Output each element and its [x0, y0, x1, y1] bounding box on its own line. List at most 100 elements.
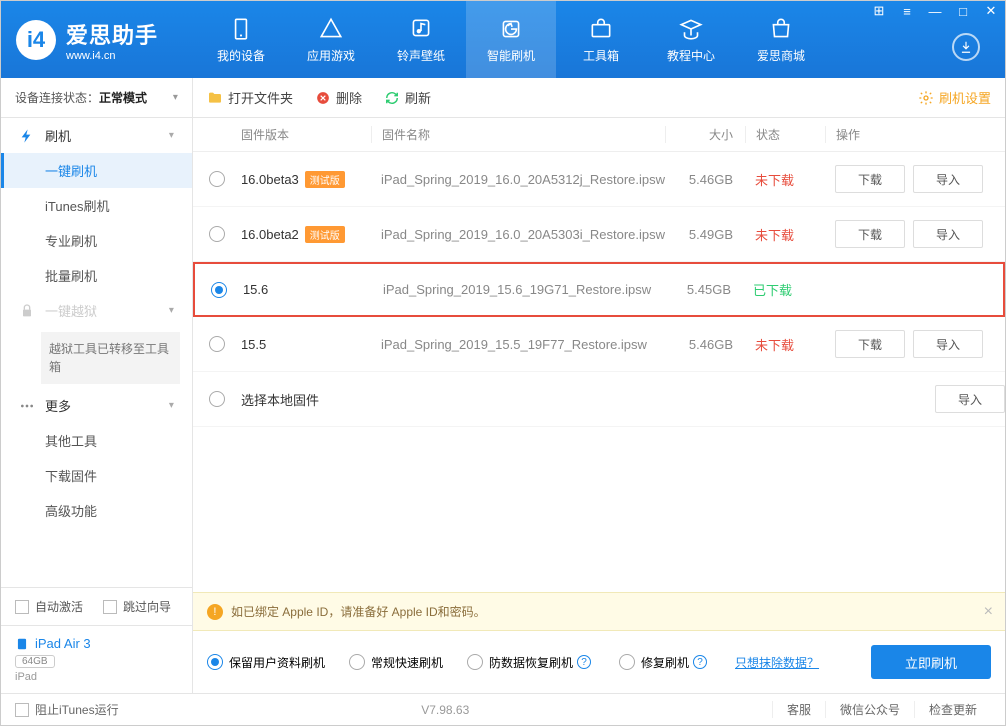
- col-name: 固件名称: [371, 126, 665, 143]
- help-icon[interactable]: ?: [577, 655, 591, 669]
- skip-guide-label: 跳过向导: [123, 598, 171, 615]
- status-link[interactable]: 检查更新: [914, 701, 991, 718]
- firmware-version: 15.5: [241, 337, 371, 352]
- firmware-radio[interactable]: [209, 171, 225, 187]
- flash-option[interactable]: 防数据恢复刷机?: [467, 654, 595, 671]
- device-icon: [228, 16, 254, 42]
- window-control[interactable]: ⊞: [865, 1, 893, 21]
- refresh-button[interactable]: 刷新: [384, 88, 431, 107]
- import-button[interactable]: 导入: [913, 165, 983, 193]
- sidebar-item[interactable]: iTunes刷机: [1, 188, 192, 223]
- firmware-actions: 下载导入: [825, 165, 1005, 193]
- flash-option[interactable]: 保留用户资料刷机: [207, 654, 325, 671]
- firmware-size: 5.45GB: [663, 282, 743, 297]
- device-info[interactable]: iPad Air 3 64GB iPad: [1, 625, 192, 693]
- delete-button[interactable]: 删除: [315, 88, 362, 107]
- firmware-status: 未下载: [745, 170, 825, 189]
- download-button[interactable]: 下载: [835, 165, 905, 193]
- logo-area: i4 爱思助手 www.i4.cn: [1, 18, 196, 62]
- nav-flash[interactable]: 智能刷机: [466, 1, 556, 78]
- erase-only-link[interactable]: 只想抹除数据？: [735, 654, 819, 671]
- nav-tools[interactable]: 工具箱: [556, 1, 646, 78]
- download-button[interactable]: 下载: [835, 330, 905, 358]
- firmware-radio[interactable]: [209, 336, 225, 352]
- firmware-size: 5.49GB: [665, 227, 745, 242]
- firmware-radio[interactable]: [209, 391, 225, 407]
- nav-apps[interactable]: 应用游戏: [286, 1, 376, 78]
- music-icon: [408, 16, 434, 42]
- option-radio[interactable]: [467, 654, 483, 670]
- sidebar-item[interactable]: 专业刷机: [1, 223, 192, 258]
- chevron-down-icon: ▾: [169, 305, 174, 316]
- window-control[interactable]: —: [921, 1, 949, 21]
- option-radio[interactable]: [619, 654, 635, 670]
- firmware-name: iPad_Spring_2019_16.0_20A5312j_Restore.i…: [371, 172, 665, 187]
- tools-icon: [588, 16, 614, 42]
- sidebar-item[interactable]: 高级功能: [1, 493, 192, 528]
- flash-option[interactable]: 修复刷机?: [619, 654, 711, 671]
- sidebar-item[interactable]: 下载固件: [1, 458, 192, 493]
- firmware-row[interactable]: 15.5 iPad_Spring_2019_15.5_19F77_Restore…: [193, 317, 1005, 372]
- local-firmware-label: 选择本地固件: [241, 390, 825, 409]
- firmware-status: 未下载: [745, 335, 825, 354]
- local-firmware-row[interactable]: 选择本地固件 导入: [193, 372, 1005, 427]
- device-storage: 64GB: [15, 655, 55, 668]
- auto-activate-label: 自动激活: [35, 598, 83, 615]
- option-radio[interactable]: [349, 654, 365, 670]
- chevron-down-icon: ▾: [169, 400, 174, 411]
- firmware-row[interactable]: 15.6 iPad_Spring_2019_15.6_19G71_Restore…: [193, 262, 1005, 317]
- option-radio[interactable]: [207, 654, 223, 670]
- import-button[interactable]: 导入: [935, 385, 1005, 413]
- window-control[interactable]: ≡: [893, 1, 921, 21]
- firmware-actions: 下载导入: [825, 220, 1005, 248]
- app-name: 爱思助手: [66, 23, 158, 48]
- sidebar-group-title[interactable]: 一键越狱▾: [1, 293, 192, 328]
- sidebar: 设备连接状态： 正常模式 ▾ 刷机▾一键刷机iTunes刷机专业刷机批量刷机一键…: [1, 78, 193, 693]
- chevron-down-icon: ▾: [173, 92, 178, 103]
- window-control[interactable]: □: [949, 1, 977, 21]
- nav-music[interactable]: 铃声壁纸: [376, 1, 466, 78]
- download-indicator[interactable]: [952, 33, 980, 61]
- sidebar-item[interactable]: 批量刷机: [1, 258, 192, 293]
- firmware-radio[interactable]: [209, 226, 225, 242]
- firmware-radio[interactable]: [211, 282, 227, 298]
- sidebar-groups: 刷机▾一键刷机iTunes刷机专业刷机批量刷机一键越狱▾ 越狱工具已转移至工具箱更…: [1, 118, 192, 528]
- nav-tutorial[interactable]: 教程中心: [646, 1, 736, 78]
- firmware-row[interactable]: 16.0beta3测试版 iPad_Spring_2019_16.0_20A53…: [193, 152, 1005, 207]
- window-control[interactable]: ✕: [977, 1, 1005, 21]
- flash-now-button[interactable]: 立即刷机: [871, 645, 991, 679]
- sidebar-item[interactable]: 一键刷机: [1, 153, 192, 188]
- firmware-row[interactable]: 16.0beta2测试版 iPad_Spring_2019_16.0_20A53…: [193, 207, 1005, 262]
- import-button[interactable]: 导入: [913, 220, 983, 248]
- flash-settings-button[interactable]: 刷机设置: [918, 88, 991, 107]
- beta-tag: 测试版: [305, 171, 345, 188]
- help-icon[interactable]: ?: [693, 655, 707, 669]
- logo-icon: i4: [16, 20, 56, 60]
- sidebar-group-title[interactable]: 更多▾: [1, 388, 192, 423]
- firmware-version: 16.0beta2测试版: [241, 226, 371, 243]
- col-status: 状态: [745, 126, 825, 143]
- flash-icon: [498, 16, 524, 42]
- flash-option[interactable]: 常规快速刷机: [349, 654, 443, 671]
- sidebar-notice: 越狱工具已转移至工具箱: [41, 332, 180, 384]
- close-warning-button[interactable]: ×: [984, 603, 993, 621]
- status-bar: 阻止iTunes运行 V7.98.63 客服微信公众号检查更新: [1, 693, 1005, 725]
- stop-itunes-checkbox[interactable]: [15, 703, 29, 717]
- sidebar-item[interactable]: 其他工具: [1, 423, 192, 458]
- status-link[interactable]: 客服: [772, 701, 825, 718]
- nav-shop[interactable]: 爱思商城: [736, 1, 826, 78]
- delete-icon: [315, 90, 331, 106]
- import-button[interactable]: 导入: [913, 330, 983, 358]
- tutorial-icon: [678, 16, 704, 42]
- open-folder-button[interactable]: 打开文件夹: [207, 88, 293, 107]
- auto-activate-checkbox[interactable]: [15, 600, 29, 614]
- connection-status[interactable]: 设备连接状态： 正常模式 ▾: [1, 78, 192, 118]
- sidebar-group-title[interactable]: 刷机▾: [1, 118, 192, 153]
- status-link[interactable]: 微信公众号: [825, 701, 914, 718]
- nav-device[interactable]: 我的设备: [196, 1, 286, 78]
- firmware-size: 5.46GB: [665, 172, 745, 187]
- flash-icon: [19, 128, 35, 144]
- skip-guide-checkbox[interactable]: [103, 600, 117, 614]
- download-button[interactable]: 下载: [835, 220, 905, 248]
- folder-icon: [207, 90, 223, 106]
